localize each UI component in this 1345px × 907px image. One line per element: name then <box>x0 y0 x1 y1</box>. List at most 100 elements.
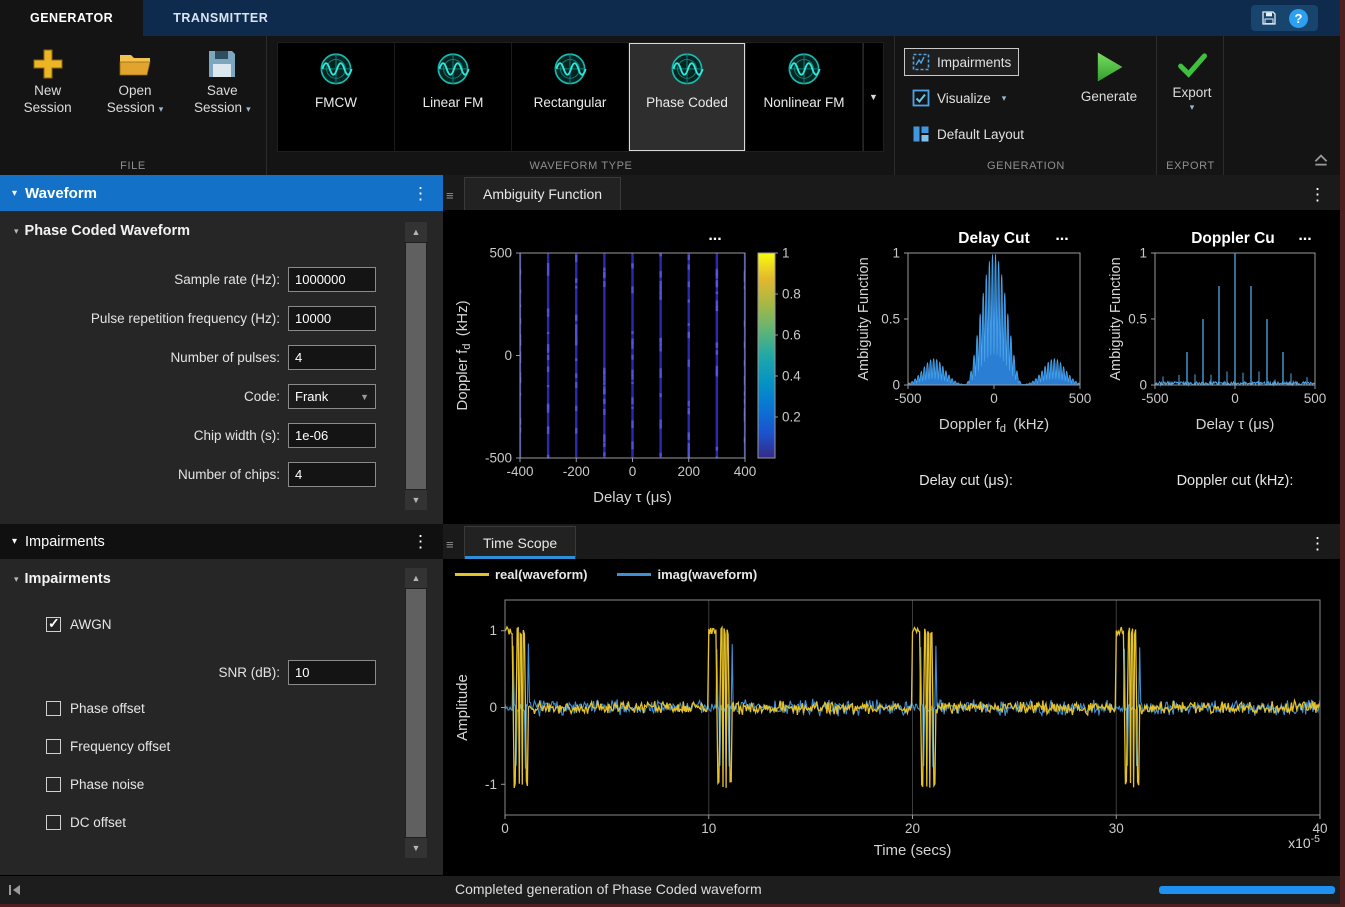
waveform-panel-menu-icon[interactable]: ⋮ <box>412 185 429 202</box>
waveform-type-linear-fm[interactable]: Linear FM <box>395 43 512 151</box>
scroll-up-icon[interactable]: ▲ <box>405 222 427 242</box>
frequency-offset-checkbox[interactable] <box>46 739 61 754</box>
time-scope-doc: ≡ Time Scope ⋮ real(waveform) imag(wavef… <box>443 524 1340 875</box>
num-chips-input[interactable] <box>288 462 376 487</box>
waveform-section-title[interactable]: ▾ Phase Coded Waveform <box>14 223 190 239</box>
field-chip-width: Chip width (s): <box>0 416 400 455</box>
axis-text: 0 <box>504 348 512 363</box>
delay-cut-menu-icon[interactable]: ... <box>1055 227 1068 244</box>
axis-text: 1 <box>489 623 497 638</box>
generate-button[interactable]: Generate <box>1068 48 1150 104</box>
waveform-type-section: FMCW Linear FM <box>268 36 895 175</box>
delay-cut-ylabel: Ambiguity Function <box>856 257 872 380</box>
doppler-cut-caption: Doppler cut (kHz): <box>1177 473 1294 489</box>
time-scope-menu-icon[interactable]: ⋮ <box>1309 535 1326 552</box>
visualize-button[interactable]: Visualize ▾ <box>904 84 1014 112</box>
save-icon[interactable] <box>1261 10 1277 26</box>
axis-text: -1 <box>485 777 497 792</box>
collapse-triangle-icon[interactable]: ▾ <box>12 188 17 199</box>
export-button[interactable]: Export ▾ <box>1166 48 1218 113</box>
waveform-panel-body: ▾ Phase Coded Waveform Sample rate (Hz):… <box>0 211 443 524</box>
scroll-thumb[interactable] <box>406 589 426 837</box>
waveform-icon <box>664 51 710 91</box>
waveform-type-nonlinear-fm[interactable]: Nonlinear FM <box>746 43 863 151</box>
sample-rate-input[interactable] <box>288 267 376 292</box>
collapse-triangle-icon[interactable]: ▾ <box>12 536 17 547</box>
legend-item-imag: imag(waveform) <box>617 567 757 582</box>
default-layout-button[interactable]: Default Layout <box>904 120 1032 148</box>
legend-swatch <box>617 573 651 576</box>
collapse-status-icon[interactable] <box>8 883 22 897</box>
chip-width-input[interactable] <box>288 423 376 448</box>
code-dropdown[interactable]: Frank ▼ <box>288 384 376 409</box>
waveform-type-rectangular[interactable]: Rectangular <box>512 43 629 151</box>
time-scope-plot: 01020304010-1Time (secs)Amplitudex10-5 <box>443 589 1340 875</box>
impairments-section-title[interactable]: ▾ Impairments <box>14 571 111 587</box>
titlebar-quick-actions: ? <box>1251 5 1318 31</box>
dc-offset-checkbox[interactable] <box>46 815 61 830</box>
heatmap-menu-icon[interactable]: ... <box>708 227 721 244</box>
doppler-cut-menu-icon[interactable]: ... <box>1298 227 1311 244</box>
axis-text: 400 <box>734 464 757 479</box>
delay-cut-xlabel: Doppler fd (kHz) <box>939 416 1049 435</box>
phase-noise-checkbox-row[interactable]: Phase noise <box>46 777 144 792</box>
waveform-icon <box>781 51 827 91</box>
doppler-cut-plot: -500050000.51Doppler CuDelay τ (μs)Ambig… <box>1108 230 1326 433</box>
frequency-offset-checkbox-row[interactable]: Frequency offset <box>46 739 170 754</box>
axis-text: 1 <box>1139 246 1147 261</box>
tab-generator[interactable]: GENERATOR <box>0 0 143 36</box>
file-section: New Session Open Session▾ <box>0 36 267 175</box>
axis-text: 10 <box>701 821 716 836</box>
ambiguity-menu-icon[interactable]: ⋮ <box>1309 186 1326 203</box>
num-pulses-input[interactable] <box>288 345 376 370</box>
axis-text: 200 <box>677 464 700 479</box>
scroll-down-icon[interactable]: ▼ <box>405 490 427 510</box>
axis-text: 0.5 <box>1128 312 1147 327</box>
scroll-down-icon[interactable]: ▼ <box>405 838 427 858</box>
collapse-toolstrip-icon[interactable] <box>1312 151 1330 167</box>
impairments-scrollbar[interactable]: ▲ ▼ <box>405 568 427 858</box>
field-sample-rate: Sample rate (Hz): <box>0 260 400 299</box>
ambiguity-function-doc: ≡ Ambiguity Function ⋮ -400-200020040050… <box>443 175 1340 524</box>
tab-ambiguity-function[interactable]: Ambiguity Function <box>464 177 621 210</box>
impairments-panel-menu-icon[interactable]: ⋮ <box>412 533 429 550</box>
phase-noise-checkbox[interactable] <box>46 777 61 792</box>
legend-item-real: real(waveform) <box>455 567 587 582</box>
field-snr: SNR (dB): <box>0 659 400 685</box>
tab-transmitter[interactable]: TRANSMITTER <box>143 0 298 36</box>
panel-grip-icon[interactable]: ≡ <box>446 538 462 551</box>
open-session-button[interactable]: Open Session▾ <box>95 46 174 118</box>
waveform-scrollbar[interactable]: ▲ ▼ <box>405 222 427 510</box>
awgn-checkbox[interactable] <box>46 617 61 632</box>
impairments-button[interactable]: Impairments <box>904 48 1019 76</box>
new-session-button[interactable]: New Session <box>8 46 87 118</box>
axis-text: 0.4 <box>782 369 801 384</box>
collapse-triangle-icon: ▾ <box>14 574 19 585</box>
delay-cut-caption: Delay cut (μs): <box>919 473 1013 489</box>
impairments-panel-body: ▾ Impairments AWGN SNR (dB): Phase offse… <box>0 559 443 875</box>
plus-icon <box>30 46 66 82</box>
panel-title: Impairments <box>25 534 105 550</box>
scroll-thumb[interactable] <box>406 243 426 489</box>
gallery-overflow-button[interactable]: ▼ <box>863 43 883 151</box>
dc-offset-checkbox-row[interactable]: DC offset <box>46 815 126 830</box>
waveform-type-phase-coded[interactable]: Phase Coded <box>629 43 746 151</box>
heatmap-xlabel: Delay τ (μs) <box>593 489 672 506</box>
snr-input[interactable] <box>288 660 376 685</box>
scroll-up-icon[interactable]: ▲ <box>405 568 427 588</box>
phase-offset-checkbox-row[interactable]: Phase offset <box>46 701 145 716</box>
axis-text: -500 <box>894 391 921 406</box>
help-icon[interactable]: ? <box>1289 9 1308 28</box>
save-session-button[interactable]: Save Session▾ <box>183 46 262 118</box>
awgn-checkbox-row[interactable]: AWGN <box>46 617 112 632</box>
waveform-type-fmcw[interactable]: FMCW <box>278 43 395 151</box>
waveform-gallery: FMCW Linear FM <box>277 42 884 152</box>
axis-text: 0 <box>1231 391 1239 406</box>
panel-grip-icon[interactable]: ≡ <box>446 189 462 202</box>
tab-time-scope[interactable]: Time Scope <box>464 526 576 559</box>
phase-offset-checkbox[interactable] <box>46 701 61 716</box>
field-num-chips: Number of chips: <box>0 455 400 494</box>
prf-input[interactable] <box>288 306 376 331</box>
axis-text: 1 <box>892 246 900 261</box>
axis-text: -200 <box>563 464 590 479</box>
